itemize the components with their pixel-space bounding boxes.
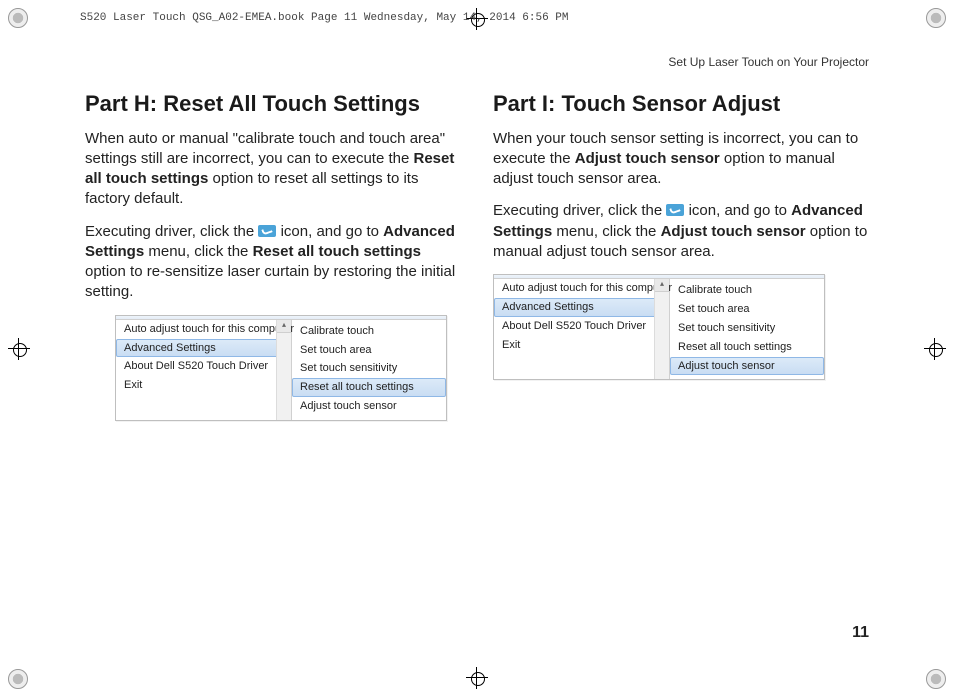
column-left: Part H: Reset All Touch Settings When au… <box>85 89 461 421</box>
menu-item[interactable]: Exit <box>494 336 669 355</box>
text-bold: Adjust touch sensor <box>661 223 806 240</box>
submenu-item[interactable]: Reset all touch settings <box>670 338 824 357</box>
driver-tray-icon <box>666 204 684 216</box>
text: When auto or manual "calibrate touch and… <box>85 130 445 167</box>
menu-main: Auto adjust touch for this computer Adva… <box>494 279 670 379</box>
text: menu, click the <box>552 223 660 240</box>
submenu-item[interactable]: Calibrate touch <box>292 322 446 341</box>
scrollbar[interactable]: ▴ <box>654 279 669 379</box>
crop-cross <box>8 338 30 360</box>
submenu-item-selected[interactable]: Adjust touch sensor <box>670 357 824 376</box>
text: Executing driver, click the <box>85 223 258 240</box>
scroll-up-icon[interactable]: ▴ <box>277 320 291 333</box>
part-i-para-2: Executing driver, click the icon, and go… <box>493 201 869 262</box>
running-head: Set Up Laser Touch on Your Projector <box>85 55 869 69</box>
submenu-item[interactable]: Set touch sensitivity <box>670 319 824 338</box>
text-bold: Reset all touch settings <box>253 243 421 260</box>
scrollbar[interactable]: ▴ <box>276 320 291 420</box>
crop-mark <box>8 8 28 28</box>
menu-sub: Calibrate touch Set touch area Set touch… <box>292 320 446 420</box>
menu-item[interactable]: Auto adjust touch for this computer <box>116 320 291 339</box>
text: icon, and go to <box>684 202 791 219</box>
column-right: Part I: Touch Sensor Adjust When your to… <box>493 89 869 421</box>
book-header: S520 Laser Touch QSG_A02-EMEA.book Page … <box>80 12 568 24</box>
crop-cross <box>466 667 488 689</box>
text: Executing driver, click the <box>493 202 666 219</box>
menu-screenshot-right: Auto adjust touch for this computer Adva… <box>493 274 825 380</box>
page-number: 11 <box>852 624 869 642</box>
submenu-item[interactable]: Calibrate touch <box>670 281 824 300</box>
submenu-item[interactable]: Adjust touch sensor <box>292 397 446 416</box>
part-h-para-2: Executing driver, click the icon, and go… <box>85 222 461 303</box>
submenu-item-selected[interactable]: Reset all touch settings <box>292 378 446 397</box>
crop-cross <box>924 338 946 360</box>
crop-mark <box>926 8 946 28</box>
menu-main: Auto adjust touch for this computer Adva… <box>116 320 292 420</box>
submenu-item[interactable]: Set touch area <box>670 300 824 319</box>
part-i-title: Part I: Touch Sensor Adjust <box>493 89 869 119</box>
scroll-up-icon[interactable]: ▴ <box>655 279 669 292</box>
page-body: Set Up Laser Touch on Your Projector Par… <box>85 55 869 642</box>
menu-item-selected[interactable]: Advanced Settings▶ <box>116 339 291 358</box>
text: menu, click the <box>144 243 252 260</box>
menu-item[interactable]: About Dell S520 Touch Driver <box>494 317 669 336</box>
crop-mark <box>8 669 28 689</box>
menu-screenshot-left: Auto adjust touch for this computer Adva… <box>115 315 447 421</box>
menu-item[interactable]: About Dell S520 Touch Driver <box>116 357 291 376</box>
part-h-para-1: When auto or manual "calibrate touch and… <box>85 129 461 210</box>
text: option to re-sensitize laser curtain by … <box>85 263 455 300</box>
part-i-para-1: When your touch sensor setting is incorr… <box>493 129 869 190</box>
menu-sub: Calibrate touch Set touch area Set touch… <box>670 279 824 379</box>
submenu-item[interactable]: Set touch area <box>292 341 446 360</box>
driver-tray-icon <box>258 225 276 237</box>
menu-item-selected[interactable]: Advanced Settings▶ <box>494 298 669 317</box>
text-bold: Adjust touch sensor <box>575 150 720 167</box>
text: icon, and go to <box>276 223 383 240</box>
submenu-item[interactable]: Set touch sensitivity <box>292 359 446 378</box>
part-h-title: Part H: Reset All Touch Settings <box>85 89 461 119</box>
menu-item[interactable]: Auto adjust touch for this computer <box>494 279 669 298</box>
menu-item[interactable]: Exit <box>116 376 291 395</box>
crop-mark <box>926 669 946 689</box>
